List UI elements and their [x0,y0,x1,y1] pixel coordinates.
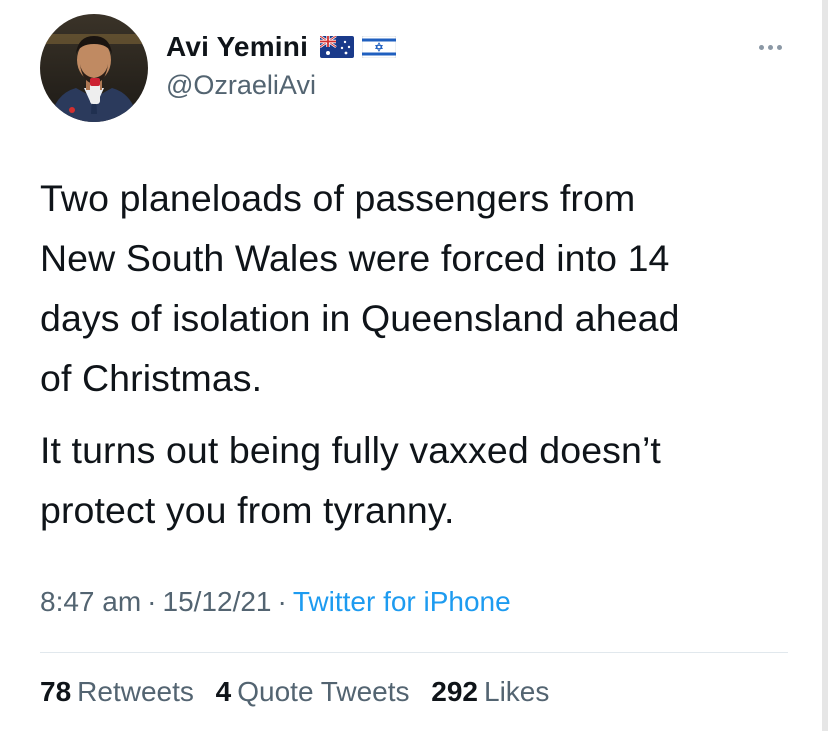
tweet-paragraph-1: Two planeloads of passengers from New So… [40,177,680,399]
quote-tweets-stat[interactable]: 4 Quote Tweets [216,676,410,708]
retweets-label: Retweets [77,676,194,707]
tweet-paragraph-2: It turns out being fully vaxxed doesn’t … [40,429,661,531]
author-handle[interactable]: @OzraeliAvi [166,70,396,101]
more-dot [767,44,773,50]
divider [40,652,788,653]
meta-separator: · [277,586,287,617]
avatar-image [40,14,148,122]
tweet-time[interactable]: 8:47 am [40,586,141,617]
tweet-detail: Avi Yemini @OzraeliAvi Two planeloads of… [0,0,822,731]
more-options-icon[interactable] [752,36,788,58]
retweets-count: 78 [40,676,72,707]
israel-flag-icon [362,36,397,58]
display-name[interactable]: Avi Yemini [166,31,308,63]
window-edge [822,0,828,731]
engagement-stats: 78 Retweets 4 Quote Tweets 292 Likes [40,676,563,708]
australia-flag-icon [320,36,355,58]
quote-tweets-label: Quote Tweets [237,676,410,707]
tweet-text: Two planeloads of passengers from New So… [40,168,800,540]
tweet-source-link[interactable]: Twitter for iPhone [293,586,511,617]
likes-label: Likes [484,676,550,707]
tweet-date[interactable]: 15/12/21 [163,586,272,617]
more-dot [758,44,764,50]
more-dot [776,44,782,50]
retweets-stat[interactable]: 78 Retweets [40,676,194,708]
avatar[interactable] [40,14,148,122]
likes-count: 292 [431,676,478,707]
name-row: Avi Yemini [166,30,397,64]
tweet-metadata: 8:47 am · 15/12/21 · Twitter for iPhone [40,586,511,618]
author-block: Avi Yemini @OzraeliAvi [166,30,397,101]
quote-tweets-count: 4 [215,676,232,707]
meta-separator: · [147,586,157,617]
likes-stat[interactable]: 292 Likes [431,676,549,708]
